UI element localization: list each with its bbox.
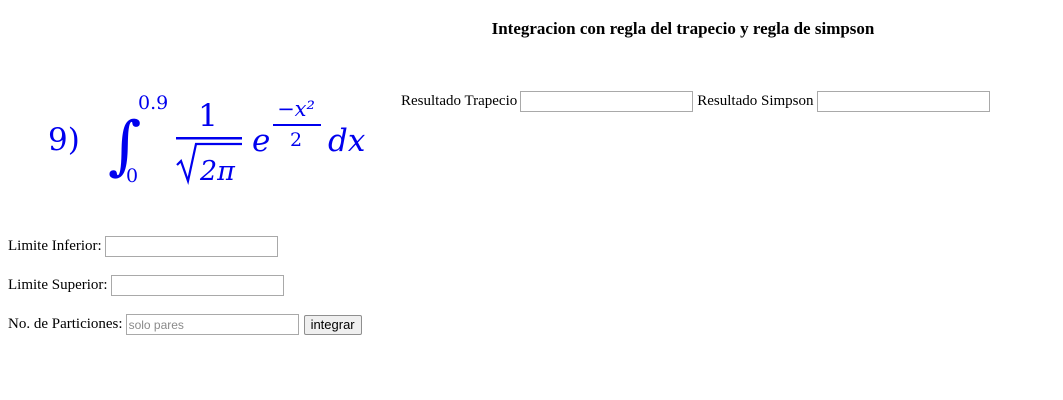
exponent-numerator: −x² xyxy=(277,97,315,121)
fraction-bar xyxy=(176,137,242,140)
exponent-fraction-bar xyxy=(273,124,321,126)
exponential-base: e xyxy=(252,123,270,159)
page-title: Integracion con regla del trapecio y reg… xyxy=(491,19,875,38)
lower-limit-field[interactable] xyxy=(104,236,278,257)
upper-limit-field[interactable] xyxy=(110,275,284,296)
formula-number: 9) xyxy=(48,122,80,158)
integrate-button[interactable]: integrar xyxy=(303,314,362,335)
fraction-denominator: 2π xyxy=(199,156,236,187)
upper-limit-row: Limite Superior: xyxy=(8,275,284,296)
results-row: Resultado Trapecio Resultado Simpson xyxy=(401,91,994,112)
integral-formula: 9) ∫ 0.9 0 1 2π e −x² 2 dx xyxy=(48,92,366,187)
exponent-denominator: 2 xyxy=(290,129,302,151)
lower-limit-label: Limite Inferior: xyxy=(8,238,102,254)
simpson-result-field[interactable] xyxy=(816,91,990,112)
trapecio-result-field[interactable] xyxy=(520,91,694,112)
partitions-label: No. de Particiones: xyxy=(8,316,123,332)
lower-limit: 0 xyxy=(126,165,138,187)
differential: dx xyxy=(328,123,366,159)
upper-limit-label: Limite Superior: xyxy=(8,277,108,293)
trapecio-result-label: Resultado Trapecio xyxy=(401,93,518,109)
fraction-numerator: 1 xyxy=(198,98,218,134)
partitions-field[interactable] xyxy=(125,314,299,335)
simpson-result-label: Resultado Simpson xyxy=(697,93,814,109)
lower-limit-row: Limite Inferior: xyxy=(8,236,278,257)
partitions-row: No. de Particiones: integrar xyxy=(8,314,362,335)
upper-limit: 0.9 xyxy=(138,92,168,114)
